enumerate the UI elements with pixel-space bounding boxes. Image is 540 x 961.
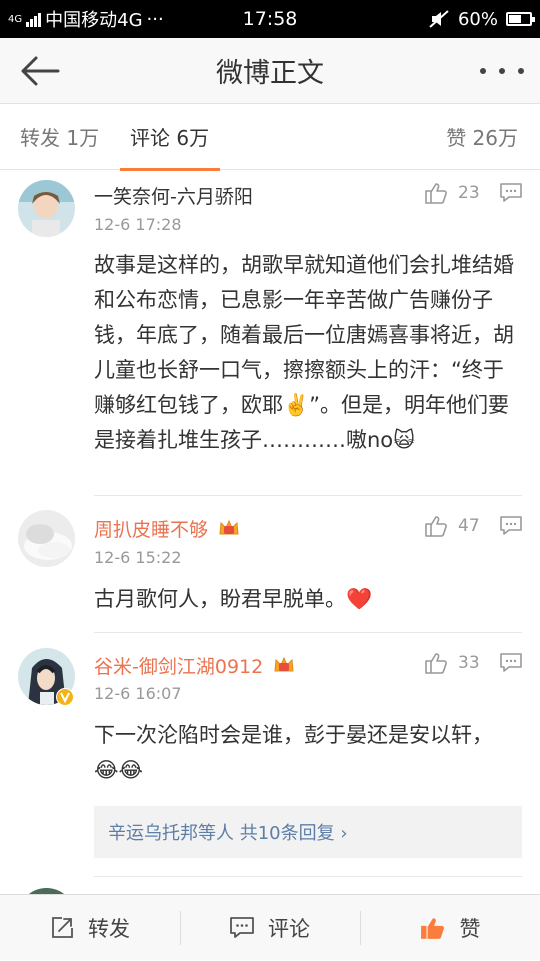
- like-button[interactable]: 赞: [360, 895, 540, 961]
- comment-username-text: 谷米-御剑江湖0912: [94, 656, 264, 678]
- signal-icon: [26, 11, 42, 27]
- status-bar: 4G 中国移动4G ··· 17:58 60%: [0, 0, 540, 38]
- more-options-button[interactable]: [480, 58, 524, 84]
- tab-likes[interactable]: 赞 26万: [446, 122, 518, 151]
- status-more-label: ···: [146, 8, 164, 30]
- comment-label: 评论: [268, 917, 310, 941]
- repost-icon: [52, 917, 73, 938]
- comment-text: 古月歌何人，盼君早脱单。❤️: [94, 587, 373, 611]
- divider: [94, 632, 522, 633]
- reply-icon[interactable]: [500, 183, 522, 203]
- comment-time: 12-6 15:22: [94, 548, 182, 567]
- post-tabs: 转发 1万 评论 6万 赞 26万: [0, 104, 540, 171]
- thumbs-up-icon: [425, 653, 447, 674]
- repost-button[interactable]: 转发: [0, 895, 180, 961]
- page-title: 微博正文: [216, 58, 324, 89]
- reply-icon[interactable]: [500, 653, 522, 673]
- bottom-action-bar: 转发 评论 赞: [0, 894, 540, 960]
- comment-text: 故事是这样的，胡歌早就知道他们会扎堆结婚和公布恋情，已息影一年辛苦做广告赚份子钱…: [94, 253, 514, 452]
- tab-repost[interactable]: 转发 1万: [20, 122, 99, 151]
- comment-time: 12-6 16:07: [94, 684, 182, 703]
- verified-badge-icon: [56, 688, 74, 706]
- comment-like-button[interactable]: 47: [424, 515, 480, 537]
- network-type-label: 4G: [8, 13, 23, 25]
- comment-icon: [230, 917, 254, 938]
- repost-label: 转发: [88, 917, 130, 941]
- avatar[interactable]: [18, 180, 75, 237]
- comment-like-button[interactable]: 23: [424, 182, 480, 204]
- comment-username-text: 周扒皮睡不够: [94, 519, 209, 541]
- carrier-label: 中国移动4G: [45, 10, 143, 31]
- comment-time: 12-6 17:28: [94, 215, 182, 234]
- thumbs-up-icon: [420, 918, 444, 939]
- tab-comments[interactable]: 评论 6万: [130, 122, 209, 151]
- back-arrow-icon[interactable]: [18, 52, 62, 90]
- vip-crown-icon: [219, 519, 239, 535]
- comment-button[interactable]: 评论: [180, 895, 360, 961]
- battery-percent: 60%: [457, 8, 498, 30]
- more-dot-icon: [480, 68, 486, 74]
- battery-icon: [506, 12, 535, 26]
- thumbs-up-icon: [425, 183, 447, 204]
- active-tab-indicator: [120, 168, 220, 171]
- comment-like-count: 33: [458, 653, 480, 673]
- replies-summary[interactable]: 辛运乌托邦等人 共10条回复 ›: [94, 806, 522, 858]
- more-dot-icon: [518, 68, 524, 74]
- comment-username[interactable]: 一笑奈何-六月骄阳: [94, 182, 253, 209]
- like-label: 赞: [459, 917, 481, 941]
- vip-crown-icon: [274, 656, 294, 672]
- comment-like-count: 47: [458, 516, 480, 536]
- comment-username[interactable]: 周扒皮睡不够: [94, 515, 240, 542]
- thumbs-up-icon: [425, 516, 447, 537]
- comment-like-count: 23: [458, 183, 480, 203]
- more-dot-icon: [499, 68, 505, 74]
- divider: [94, 495, 522, 496]
- avatar[interactable]: [18, 510, 75, 567]
- comment-text: 下一次沦陷时会是谁，彭于晏还是安以轩，😂😂: [94, 723, 493, 782]
- comment-like-button[interactable]: 33: [424, 652, 480, 674]
- nav-bar: 微博正文: [0, 38, 540, 104]
- mute-icon: [429, 10, 449, 28]
- reply-icon[interactable]: [500, 516, 522, 536]
- divider: [94, 876, 522, 877]
- comment-username[interactable]: 谷米-御剑江湖0912: [94, 652, 295, 679]
